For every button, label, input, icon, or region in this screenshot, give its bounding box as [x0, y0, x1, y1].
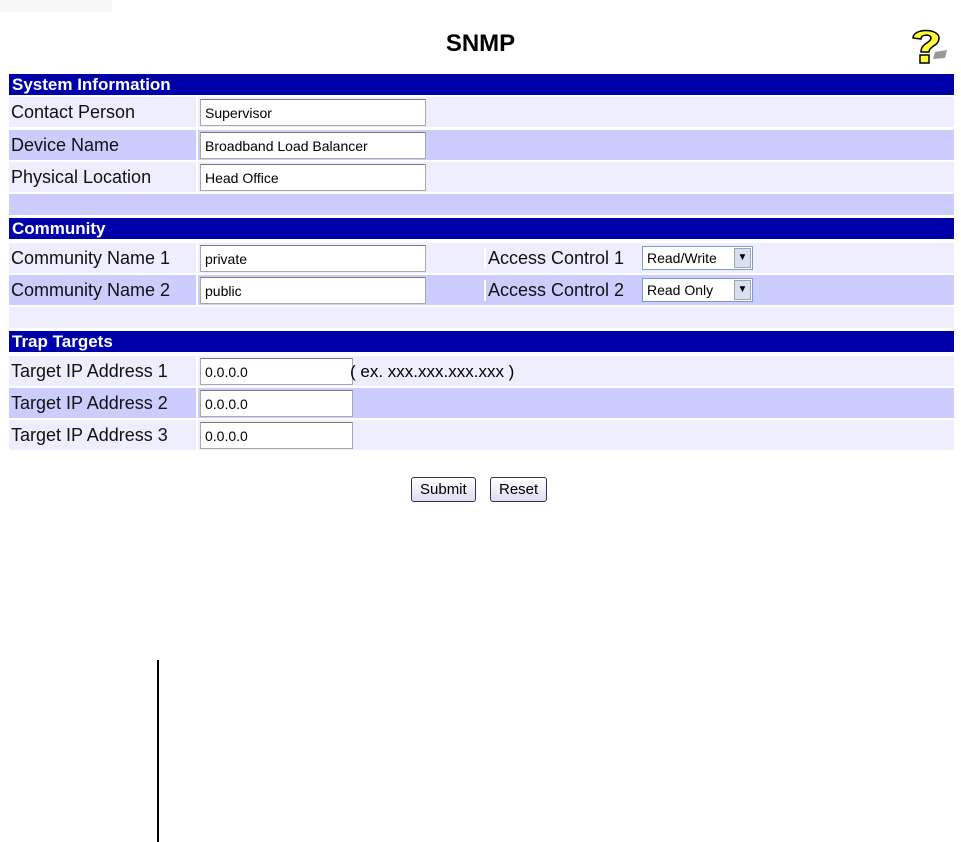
help-icon[interactable] [905, 26, 949, 66]
community-name-1-label: Community Name 1 [11, 248, 171, 268]
contact-person-input[interactable] [200, 99, 426, 126]
target-ip-2-label: Target IP Address 2 [11, 393, 168, 413]
ip-format-hint: ( ex. xxx.xxx.xxx.xxx ) [350, 362, 515, 381]
target-ip-1-input[interactable] [200, 358, 353, 385]
physical-location-input[interactable] [200, 164, 426, 191]
access-control-2-value: Read Only [647, 282, 714, 298]
top-decoration [0, 0, 112, 12]
target-ip-3-label: Target IP Address 3 [11, 425, 168, 445]
target-ip-3-input[interactable] [200, 422, 353, 449]
trap-targets-header: Trap Targets [9, 331, 954, 352]
contact-person-label: Contact Person [11, 102, 136, 122]
physical-location-row: Physical Location [9, 162, 954, 192]
system-information-header: System Information [9, 74, 954, 95]
community-name-2-input[interactable] [200, 277, 426, 304]
submit-button[interactable]: Submit [411, 477, 476, 502]
target-ip-2-input[interactable] [200, 390, 353, 417]
target-ip-1-label: Target IP Address 1 [11, 361, 168, 381]
device-name-label: Device Name [11, 135, 120, 155]
reset-button[interactable]: Reset [490, 477, 548, 502]
target-ip-row-2: Target IP Address 2 [9, 388, 954, 418]
community-name-1-input[interactable] [200, 245, 426, 272]
community-header: Community [9, 218, 954, 239]
contact-person-row: Contact Person [9, 97, 954, 127]
chevron-down-icon[interactable]: ▼ [734, 248, 751, 268]
access-control-1-select[interactable]: Read/Write ▼ [642, 246, 753, 270]
community-row-1: Community Name 1 Access Control 1 Read/W… [9, 243, 954, 273]
spacer-row [9, 194, 954, 215]
access-control-2-label: Access Control 2 [484, 280, 624, 301]
spacer-row [9, 307, 954, 328]
access-control-1-value: Read/Write [647, 250, 717, 266]
community-row-2: Community Name 2 Access Control 2 Read O… [9, 275, 954, 305]
access-control-1-label: Access Control 1 [484, 248, 624, 269]
chevron-down-icon[interactable]: ▼ [734, 280, 751, 300]
device-name-input[interactable] [200, 132, 426, 159]
page-title: SNMP [445, 30, 516, 57]
device-name-row: Device Name [9, 130, 954, 160]
access-control-2-select[interactable]: Read Only ▼ [642, 278, 753, 302]
target-ip-row-1: Target IP Address 1 ( ex. xxx.xxx.xxx.xx… [9, 356, 954, 386]
target-ip-row-3: Target IP Address 3 [9, 420, 954, 450]
community-name-2-label: Community Name 2 [11, 280, 171, 300]
divider-line [157, 660, 159, 842]
physical-location-label: Physical Location [11, 167, 152, 187]
